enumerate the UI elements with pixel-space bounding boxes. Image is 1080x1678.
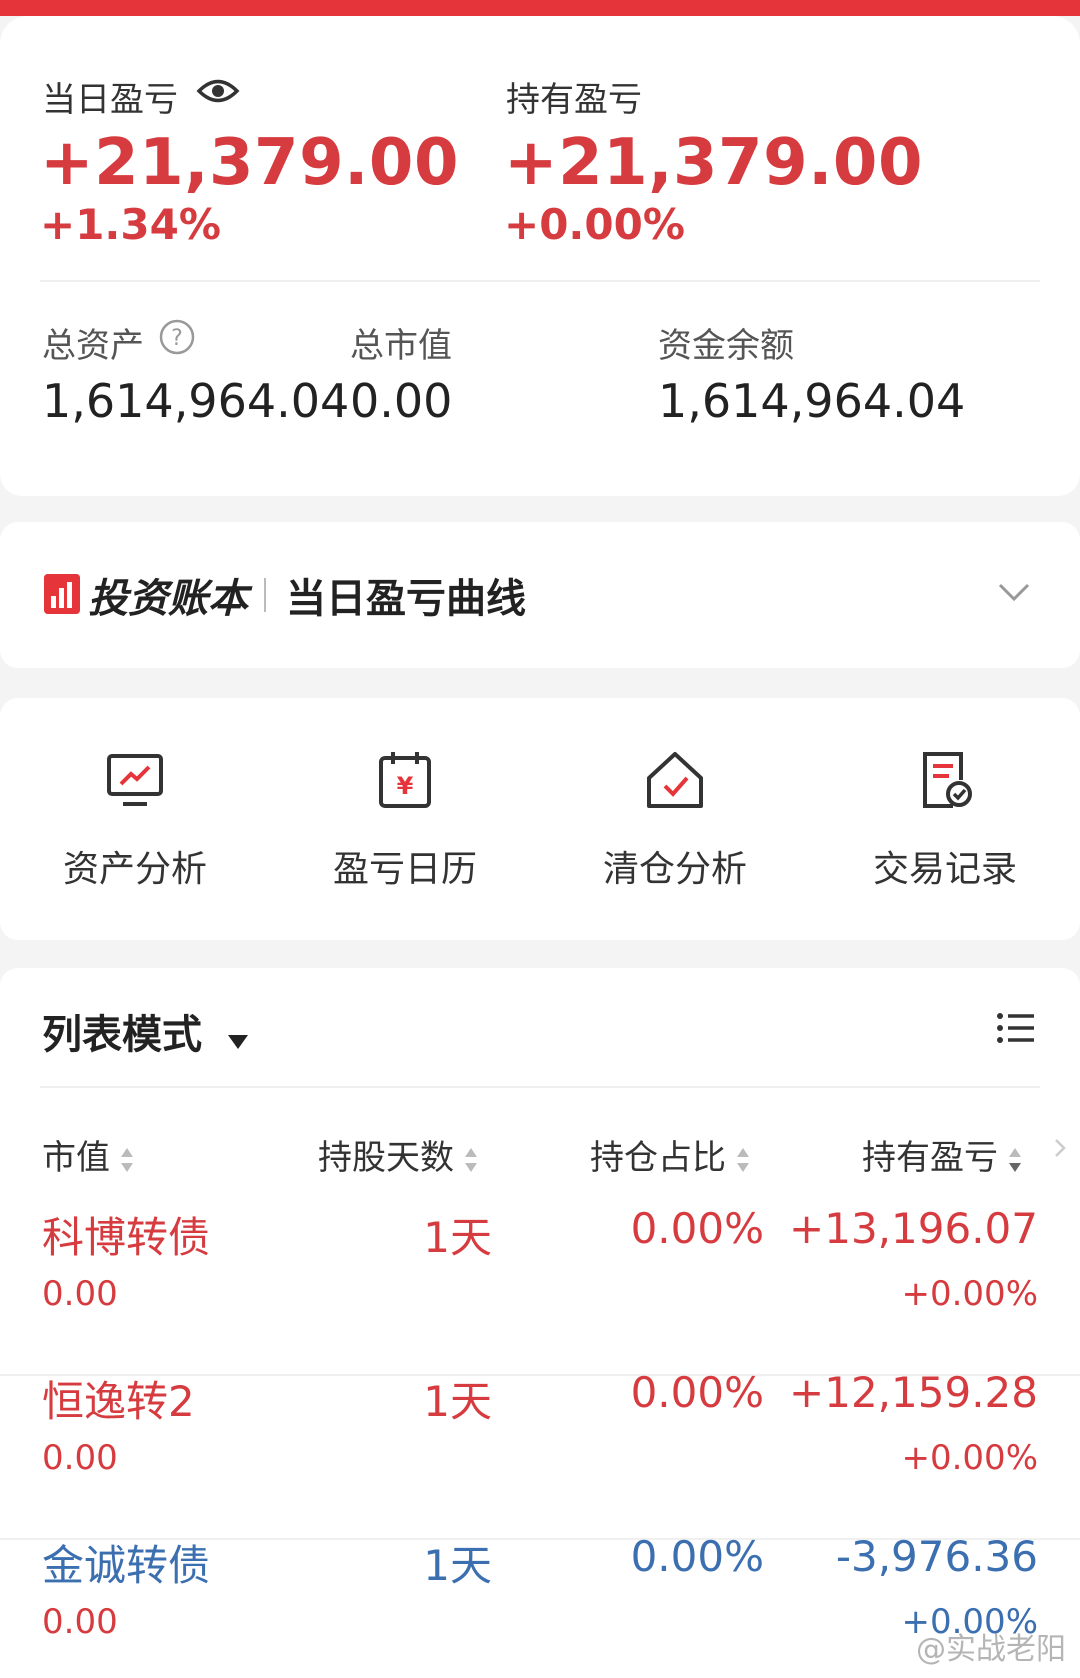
position-ratio: 0.00% — [630, 1532, 764, 1581]
tool-liquidation-analysis[interactable]: 清仓分析 — [540, 698, 810, 940]
sort-icon — [121, 1147, 133, 1172]
column-header-days-held[interactable]: 持股天数 — [318, 1130, 478, 1179]
sort-icon — [737, 1147, 749, 1172]
daily-pl-value: +21,379.00 — [40, 126, 459, 200]
security-name: 金诚转债 — [42, 1541, 211, 1590]
table-row[interactable]: 恒逸转2 0.00 1天 0.00% +12,159.28 +0.00% — [0, 1368, 1080, 1528]
days-held: 1天 — [423, 1541, 492, 1590]
daily-pl-pct: +1.34% — [40, 200, 221, 249]
column-header-holding-pl[interactable]: 持有盈亏 — [862, 1130, 1022, 1179]
svg-text:?: ? — [171, 326, 183, 351]
eye-icon[interactable] — [196, 74, 240, 108]
list-view-icon[interactable] — [996, 1010, 1036, 1046]
help-icon[interactable]: ? — [158, 318, 196, 356]
ledger-brand: 投资账本 — [88, 576, 248, 622]
ledger-logo-icon — [44, 574, 80, 614]
house-check-icon — [647, 752, 703, 808]
document-check-icon — [923, 752, 972, 808]
tool-label: 交易记录 — [872, 849, 1017, 890]
security-market-value: 0.00 — [42, 1602, 118, 1642]
list-divider — [40, 1086, 1040, 1088]
top-accent-bar — [0, 0, 1080, 16]
security-name: 科博转债 — [42, 1213, 211, 1262]
tool-label: 清仓分析 — [602, 849, 747, 890]
total-assets-value: 1,614,964.04 — [42, 374, 350, 428]
column-header-market-value[interactable]: 市值 — [42, 1130, 134, 1179]
security-market-value: 0.00 — [42, 1438, 118, 1478]
holding-pl-pct: +0.00% — [901, 1438, 1039, 1478]
tool-pl-calendar[interactable]: ¥ 盈亏日历 — [270, 698, 540, 940]
scroll-right-icon[interactable] — [1054, 1138, 1066, 1162]
days-held: 1天 — [423, 1213, 492, 1262]
holding-pl: +12,159.28 — [789, 1368, 1038, 1417]
table-row[interactable]: 科博转债 0.00 1天 0.00% +13,196.07 +0.00% — [0, 1204, 1080, 1364]
holding-pl-label: 持有盈亏 — [506, 80, 642, 120]
security-market-value: 0.00 — [42, 1274, 118, 1314]
total-assets-label: 总资产 — [42, 326, 144, 366]
list-mode-dropdown[interactable]: 列表模式 — [42, 1002, 249, 1058]
days-held: 1天 — [423, 1377, 492, 1426]
position-ratio: 0.00% — [630, 1204, 764, 1253]
holding-pl: -3,976.36 — [835, 1532, 1038, 1581]
holding-pl-value: +21,379.00 — [504, 126, 923, 200]
svg-text:¥: ¥ — [397, 772, 414, 800]
monitor-chart-icon — [107, 754, 163, 806]
security-name: 恒逸转2 — [42, 1377, 195, 1426]
daily-pl-label: 当日盈亏 — [42, 80, 178, 120]
cash-balance-value: 1,614,964.04 — [658, 374, 966, 428]
sort-icon — [465, 1147, 477, 1172]
watermark: @实战老阳 — [916, 1632, 1066, 1667]
tool-asset-analysis[interactable]: 资产分析 — [0, 698, 270, 940]
ledger-separator — [264, 578, 266, 612]
tools-card: 资产分析 ¥ 盈亏日历 清仓分析 交易记录 — [0, 698, 1080, 940]
market-value-value: 0.00 — [350, 374, 453, 428]
cash-balance-label: 资金余额 — [658, 326, 794, 366]
holding-pl: +13,196.07 — [789, 1204, 1038, 1253]
list-mode-label: 列表模式 — [42, 1012, 202, 1058]
chevron-down-icon[interactable] — [996, 574, 1032, 610]
calendar-yen-icon: ¥ — [379, 752, 431, 808]
holdings-list-card: 列表模式 市值 持股天数 持仓占比 持有盈亏 科博转债 0.00 1天 0.00… — [0, 968, 1080, 1678]
ledger-title: 当日盈亏曲线 — [286, 576, 526, 622]
market-value-label: 总市值 — [350, 326, 452, 366]
summary-divider — [40, 280, 1040, 282]
tool-label: 盈亏日历 — [332, 849, 477, 890]
summary-card: 当日盈亏 +21,379.00 +1.34% 持有盈亏 +21,379.00 +… — [0, 16, 1080, 496]
sort-icon — [1009, 1147, 1021, 1172]
ledger-card[interactable]: 投资账本 当日盈亏曲线 — [0, 522, 1080, 668]
tool-trade-records[interactable]: 交易记录 — [810, 698, 1080, 940]
caret-down-icon — [227, 1034, 249, 1054]
holding-pl-pct: +0.00% — [504, 200, 685, 249]
column-header-position-ratio[interactable]: 持仓占比 — [590, 1130, 750, 1179]
holding-pl-pct: +0.00% — [901, 1274, 1039, 1314]
tool-label: 资产分析 — [62, 849, 207, 890]
position-ratio: 0.00% — [630, 1368, 764, 1417]
